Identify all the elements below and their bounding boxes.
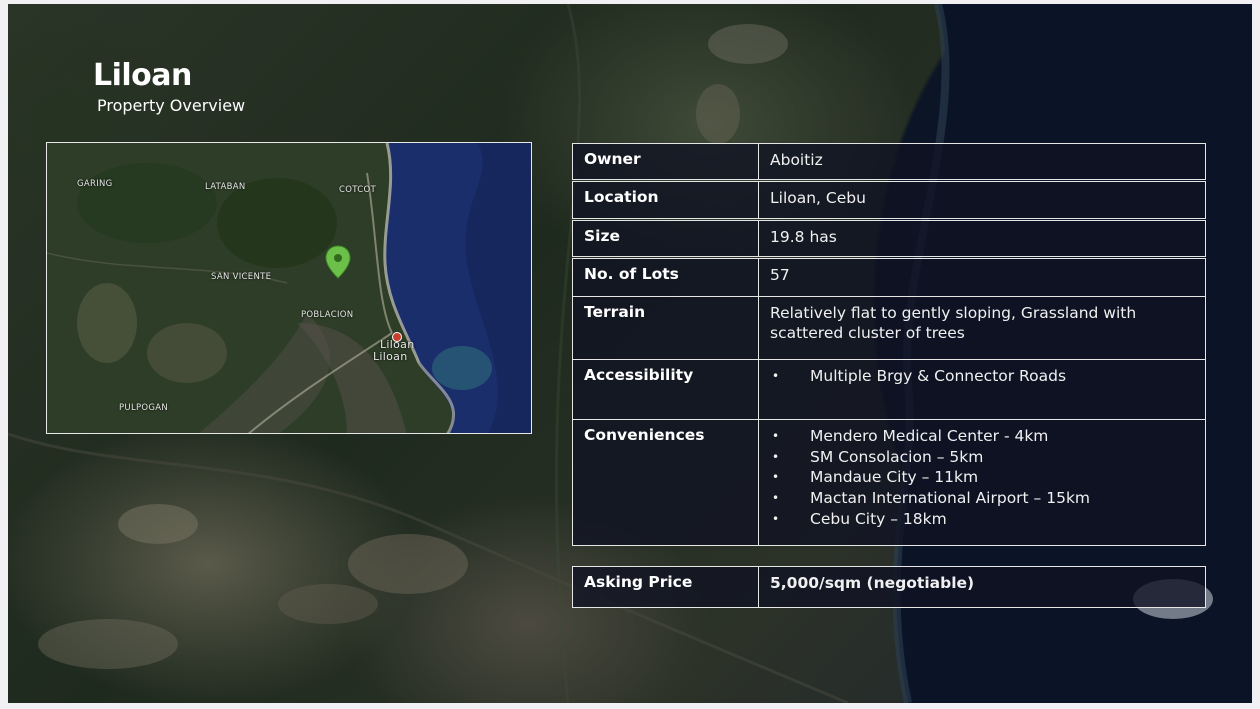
page-title: Liloan (93, 58, 192, 93)
row-conveniences: Conveniences Mendero Medical Center - 4k… (572, 419, 1206, 546)
row-lots: No. of Lots 57 (572, 258, 1206, 297)
accessibility-value: Multiple Brgy & Connector Roads (759, 360, 1205, 419)
terrain-value: Relatively flat to gently sloping, Grass… (770, 304, 1137, 342)
size-value: 19.8 has (770, 228, 837, 246)
accessibility-item: Multiple Brgy & Connector Roads (770, 366, 1195, 387)
accessibility-list: Multiple Brgy & Connector Roads (770, 366, 1195, 387)
map-label-san-vicente: SAN VICENTE (211, 272, 272, 282)
accessibility-label: Accessibility (573, 360, 759, 419)
size-label: Size (573, 221, 759, 256)
map-label-garing: GARING (77, 179, 113, 189)
row-size: Size 19.8 has (572, 220, 1206, 257)
terrain-label: Terrain (573, 297, 759, 359)
conveniences-list: Mendero Medical Center - 4km SM Consolac… (770, 426, 1195, 530)
price-label: Asking Price (573, 567, 759, 607)
location-map[interactable]: GARING LATABAN COTCOT SAN VICENTE POBLAC… (46, 142, 532, 434)
map-label-lataban: LATABAN (205, 182, 246, 192)
location-pin-icon[interactable] (325, 245, 351, 279)
row-location: Location Liloan, Cebu (572, 181, 1206, 219)
conveniences-value: Mendero Medical Center - 4km SM Consolac… (759, 420, 1205, 545)
conveniences-label: Conveniences (573, 420, 759, 545)
lots-value: 57 (770, 266, 790, 284)
row-terrain: Terrain Relatively flat to gently slopin… (572, 296, 1206, 360)
convenience-item: Mendero Medical Center - 4km (770, 426, 1195, 447)
town-marker-icon (392, 332, 402, 342)
convenience-item: Mactan International Airport – 15km (770, 488, 1195, 509)
row-accessibility: Accessibility Multiple Brgy & Connector … (572, 359, 1206, 420)
map-label-pulpogan: PULPOGAN (119, 403, 169, 413)
row-asking-price: Asking Price 5,000/sqm (negotiable) (572, 566, 1206, 608)
convenience-item: Cebu City – 18km (770, 509, 1195, 530)
page-subtitle: Property Overview (97, 96, 246, 115)
convenience-item: SM Consolacion – 5km (770, 447, 1195, 468)
owner-label: Owner (573, 144, 759, 179)
slide: Liloan Property Overview GARING LATABAN … (8, 4, 1252, 703)
map-terrain (47, 143, 531, 433)
row-owner: Owner Aboitiz (572, 143, 1206, 180)
lots-label: No. of Lots (573, 259, 759, 296)
map-label-poblacion: POBLACION (301, 310, 354, 320)
location-label: Location (573, 182, 759, 218)
map-label-liloan-2: Liloan (373, 350, 408, 363)
price-value: 5,000/sqm (negotiable) (770, 574, 975, 592)
convenience-item: Mandaue City – 11km (770, 467, 1195, 488)
location-value: Liloan, Cebu (770, 189, 866, 207)
owner-value: Aboitiz (770, 151, 823, 169)
map-label-cotcot: COTCOT (339, 185, 376, 195)
